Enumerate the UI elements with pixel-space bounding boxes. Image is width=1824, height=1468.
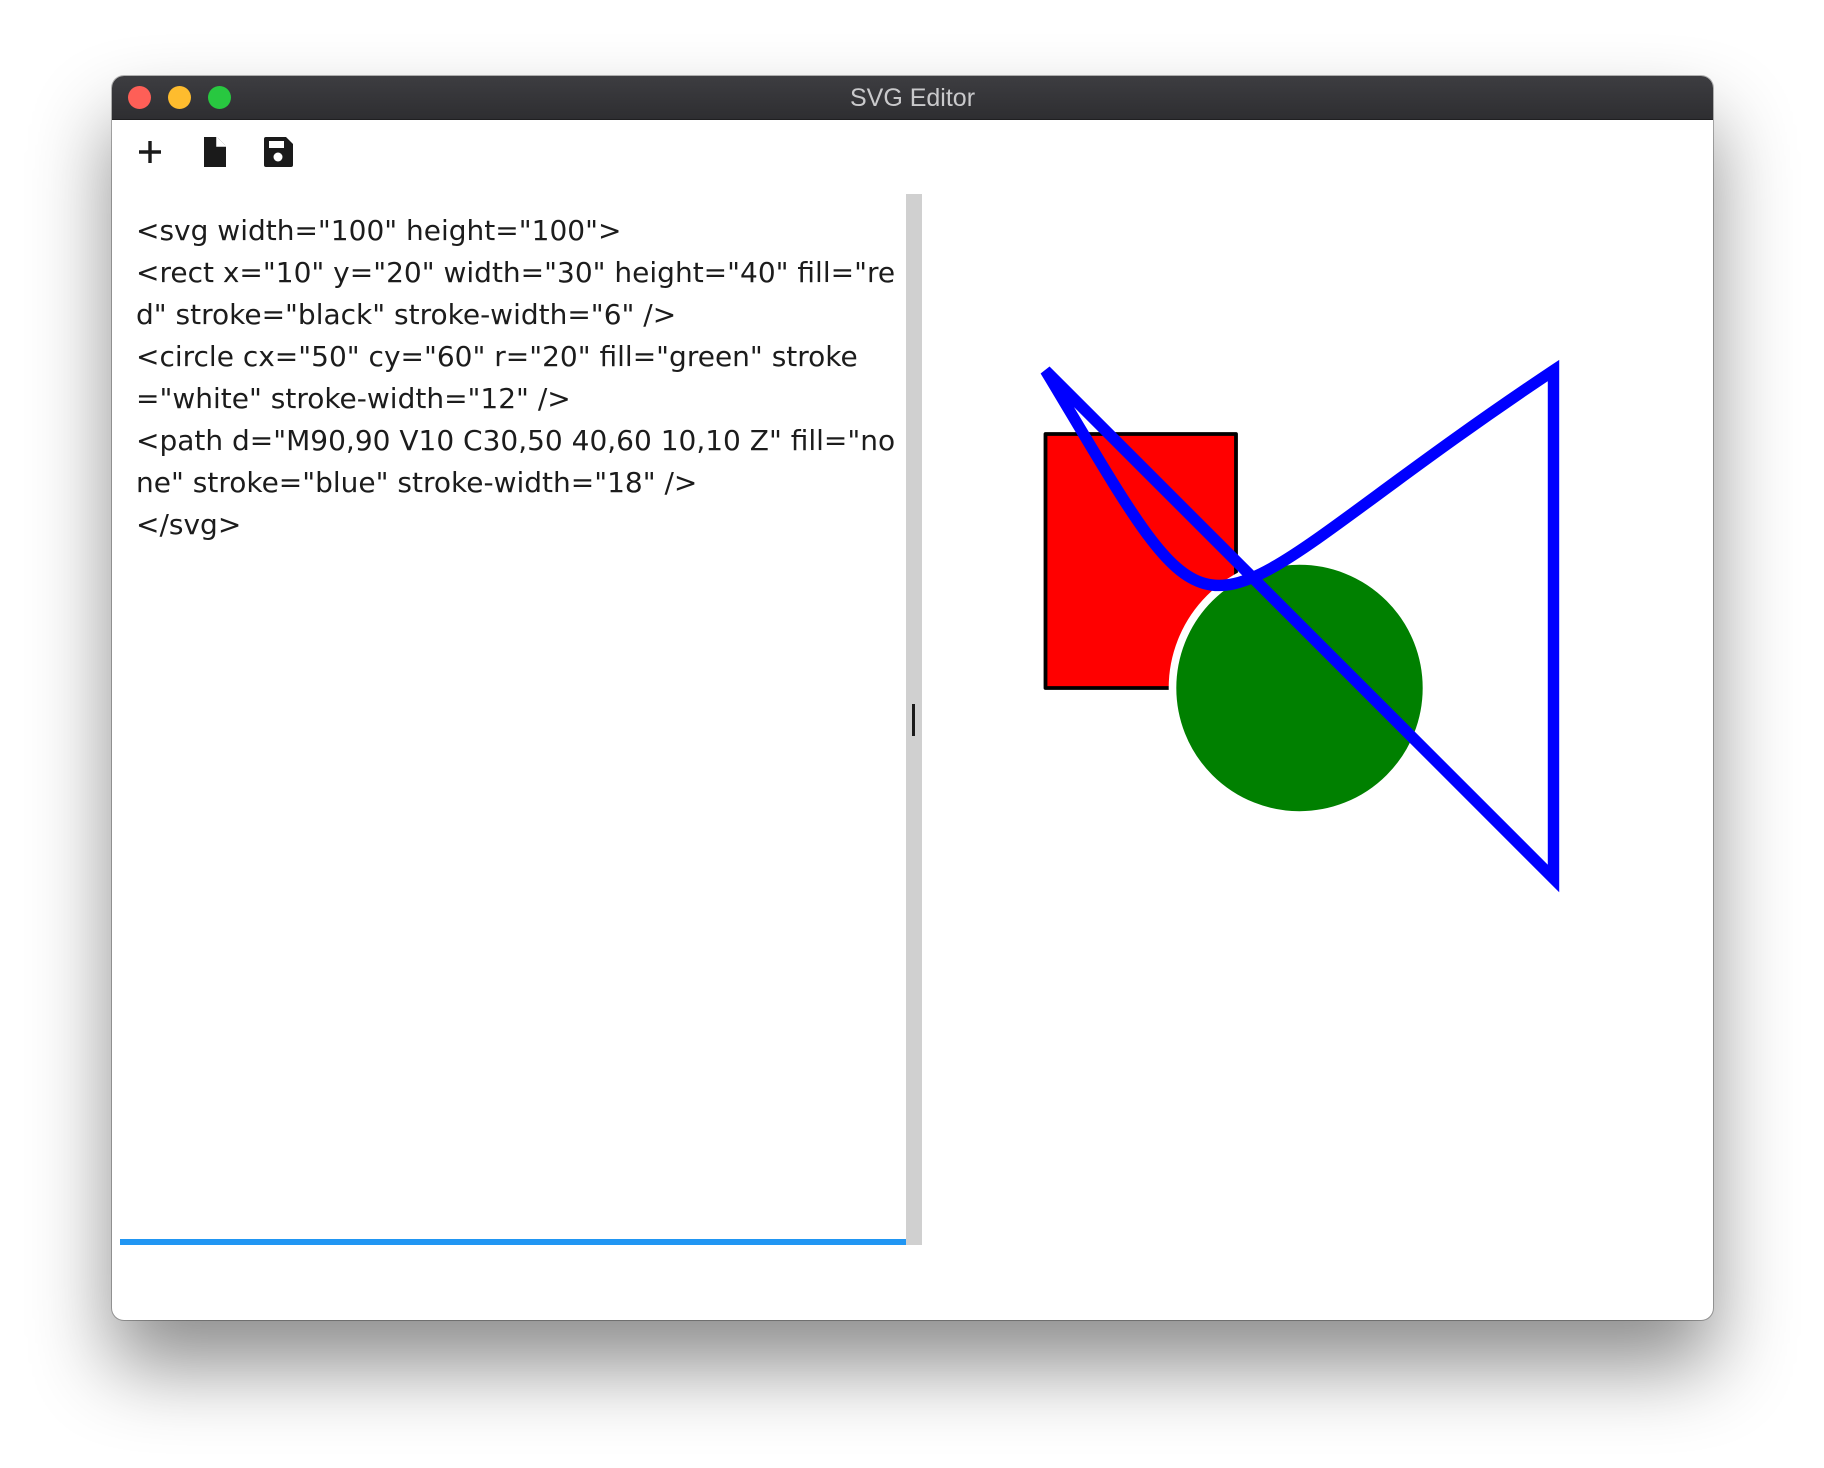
new-button[interactable]	[132, 134, 168, 170]
preview-circle	[1168, 557, 1431, 819]
code-editor[interactable]: <svg width="100" height="100"> <rect x="…	[120, 194, 906, 1245]
splitter-grip-icon[interactable]	[912, 704, 915, 736]
save-button[interactable]	[260, 134, 296, 170]
floppy-disk-icon	[264, 137, 293, 167]
svg-preview-canvas	[1040, 359, 1560, 893]
svg-preview-pane	[922, 194, 1713, 1245]
editor-focus-underline	[120, 1239, 906, 1245]
toolbar	[112, 120, 1713, 184]
open-button[interactable]	[196, 134, 232, 170]
plus-icon	[139, 141, 161, 163]
title-bar[interactable]: SVG Editor	[112, 76, 1713, 120]
file-icon	[204, 137, 226, 167]
window-title: SVG Editor	[849, 84, 976, 112]
pane-splitter[interactable]	[906, 194, 922, 1245]
app-window: SVG Editor <svg width="100" height="100"…	[112, 76, 1713, 1320]
svg-source-text[interactable]: <svg width="100" height="100"> <rect x="…	[136, 210, 896, 546]
